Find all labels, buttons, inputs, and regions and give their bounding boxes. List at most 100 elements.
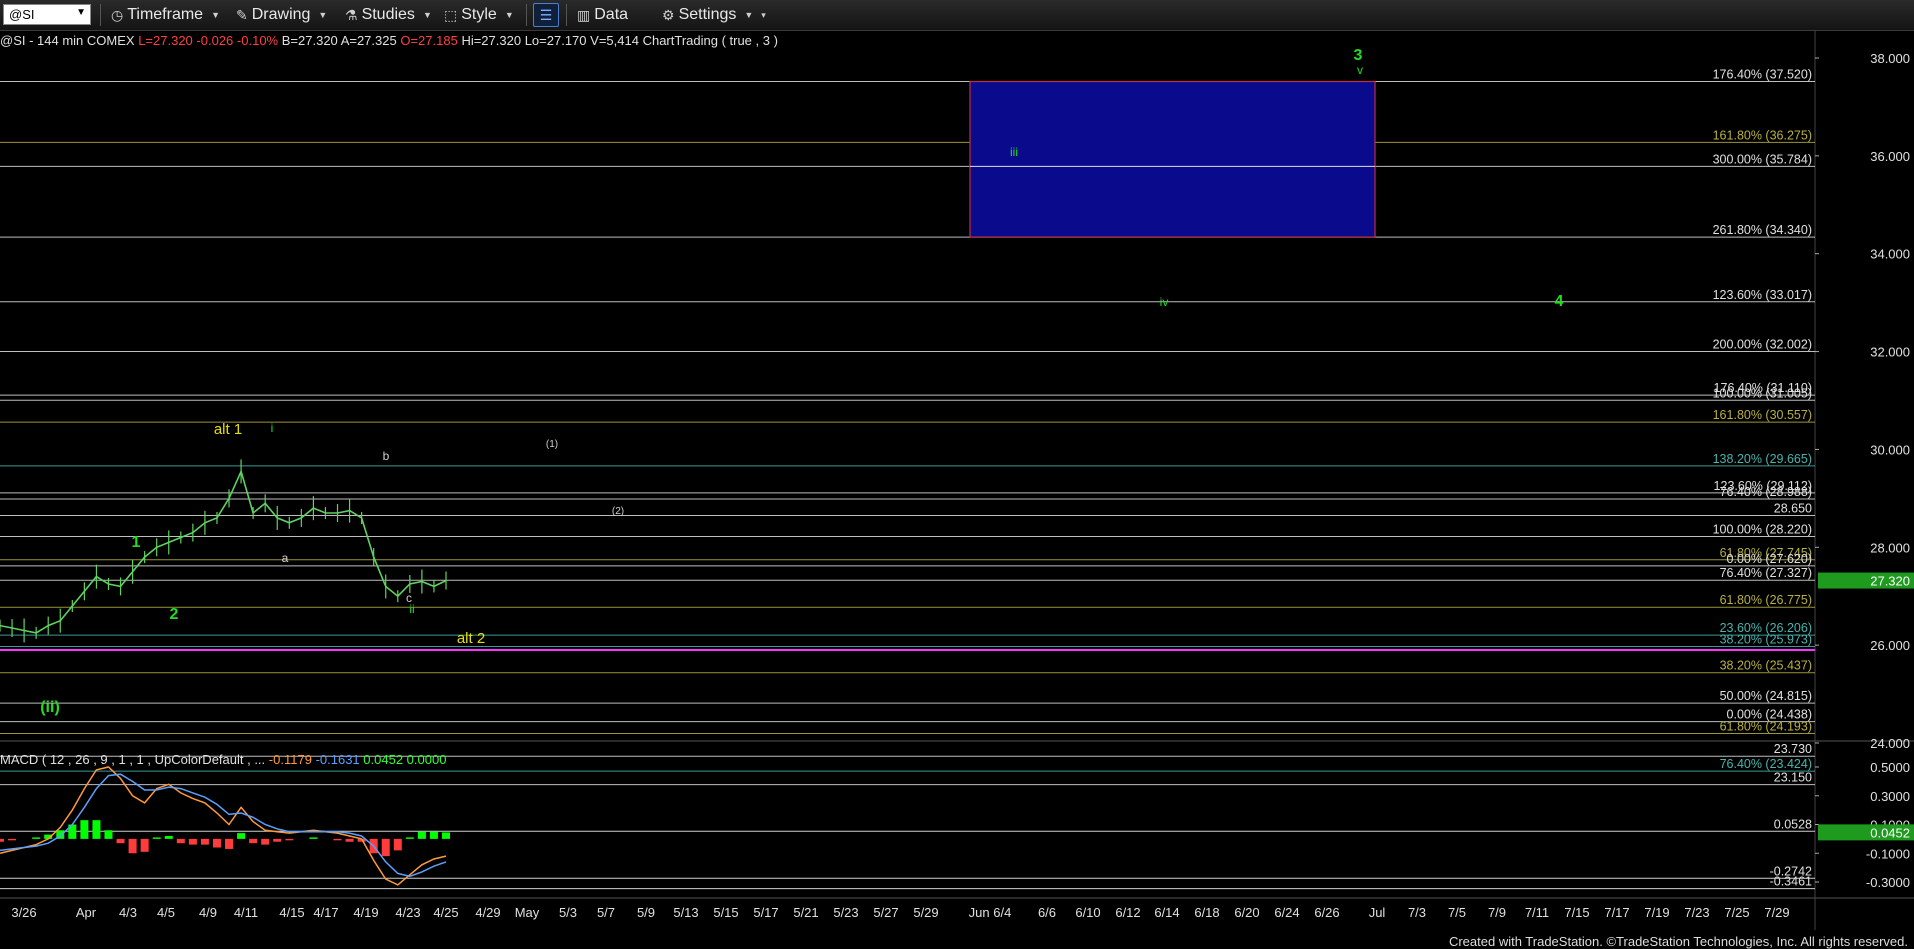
fib-level-label: 38.20% (25.973) [1720, 632, 1812, 646]
macd-histogram-bar [261, 838, 270, 845]
x-axis-label: 4/9 [199, 905, 217, 920]
timeframe-menu[interactable]: ◷ Timeframe ▼ [111, 6, 220, 24]
pencil-icon: ✎ [236, 6, 248, 23]
chevron-down-icon: ▼ [318, 10, 328, 20]
fib-level-label: 200.00% (32.002) [1713, 337, 1812, 351]
macd-histogram-bar [32, 837, 41, 839]
macd-histogram-bar [333, 838, 342, 841]
price-chart[interactable]: 176.40% (37.520) 161.80% (36.275) 300.00% … [0, 30, 1914, 947]
fib-level-label: 23.730 [1774, 742, 1812, 756]
x-axis-label: 6/12 [1115, 905, 1140, 920]
macd-histogram-bar [345, 838, 354, 842]
clock-icon: ◷ [111, 6, 124, 23]
fib-level-label: 300.00% (35.784) [1713, 152, 1812, 166]
volume: V=5,414 [590, 33, 639, 48]
layout-toggle-icon[interactable]: ☰ [533, 3, 559, 27]
x-axis-label: 5/23 [833, 905, 858, 920]
fib-level-label: 61.80% (24.193) [1720, 720, 1812, 734]
x-axis-label: 6/26 [1314, 905, 1339, 920]
x-axis-label: 6/20 [1234, 905, 1259, 920]
x-axis-label: Jul [1369, 905, 1386, 920]
settings-label: Settings [678, 6, 737, 23]
settings-menu[interactable]: ⚙ Settings ▼ ▾ [662, 6, 766, 24]
x-axis-label: 5/27 [873, 905, 898, 920]
high-price: Hi=27.320 [461, 33, 522, 48]
macd-histogram-bar [116, 838, 125, 844]
fib-level-label: 161.80% (36.275) [1713, 128, 1812, 142]
toolbar: @SI ▼ ◷ Timeframe ▼ ✎ Drawing ▼ ⚗ Studie… [0, 0, 1914, 31]
symbol-text: @SI [9, 7, 35, 22]
macd-histogram-bar [188, 838, 197, 845]
x-axis-label: 7/19 [1644, 905, 1669, 920]
style-label: Style [461, 6, 497, 23]
macd-histogram-bar [285, 838, 294, 841]
bid-price: B=27.320 [281, 33, 338, 48]
macd-histogram-bar [309, 837, 318, 839]
x-axis-label: 5/21 [793, 905, 818, 920]
wave-label: (ii) [40, 699, 60, 716]
chevron-down-icon: ▼ [422, 10, 432, 20]
x-axis-label: 5/3 [559, 905, 577, 920]
macd-histogram-bar [249, 838, 258, 844]
macd-histogram-bar [237, 833, 246, 839]
timeframe-label: Timeframe [127, 6, 204, 23]
macd-value: -0.1179 [268, 752, 312, 767]
x-axis-label: 4/25 [433, 905, 458, 920]
macd-axis-label: -0.1000 [1866, 846, 1910, 861]
data-menu[interactable]: ▥ Data [577, 6, 628, 24]
drawing-menu[interactable]: ✎ Drawing ▼ [236, 6, 327, 24]
x-axis-label: Apr [76, 905, 97, 920]
fib-level-label: 0.00% (27.620) [1727, 552, 1812, 566]
target-zone-box [969, 80, 1376, 238]
ask-price: A=27.325 [340, 33, 397, 48]
symbol-description: @SI - 144 min COMEX [0, 33, 135, 48]
x-axis-label: 5/29 [913, 905, 938, 920]
wave-label: a [282, 551, 289, 565]
fib-level-label: 76.40% (27.327) [1720, 566, 1812, 580]
toolbar-separator [526, 4, 527, 26]
wave-label: alt 2 [457, 630, 485, 647]
fib-level-label: 100.00% (31.005) [1713, 386, 1812, 400]
fib-level-label: 261.80% (34.340) [1713, 223, 1812, 237]
x-axis-label: 4/17 [313, 905, 338, 920]
wave-label: 1 [132, 534, 141, 551]
macd-signal-value: -0.1631 [315, 752, 360, 767]
wave-label: i [271, 421, 274, 435]
wave-label: iv [1160, 295, 1169, 309]
x-axis-label: 7/11 [1525, 905, 1549, 920]
flask-icon: ⚗ [345, 6, 358, 23]
fib-level-label: 28.650 [1774, 501, 1812, 515]
macd-diff-value: 0.0452 [363, 752, 404, 767]
price-axis-label: 34.000 [1870, 247, 1910, 262]
x-axis-label: 4/5 [157, 905, 175, 920]
macd-histogram-bar [212, 838, 221, 848]
macd-histogram-bar [200, 838, 209, 845]
x-axis-label: 6/10 [1075, 905, 1100, 920]
overflow-icon[interactable]: ▾ [761, 10, 766, 21]
macd-histogram-bar [442, 832, 450, 839]
chevron-down-icon: ▼ [744, 10, 754, 20]
chevron-down-icon[interactable]: ▼ [76, 7, 86, 18]
wave-label: iii [1010, 145, 1018, 159]
fib-level-label: 23.150 [1774, 771, 1812, 785]
price-axis-label: 38.000 [1870, 51, 1910, 66]
macd-histogram-bar [176, 838, 185, 844]
style-menu[interactable]: ⬚ Style ▼ [444, 6, 514, 24]
price-series-line [0, 469, 447, 634]
status-line: @SI - 144 min COMEX L=27.320 -0.026 -0.1… [0, 33, 778, 48]
macd-histogram-bar [8, 838, 17, 841]
macd-histogram-bar [140, 838, 149, 852]
net-change: -0.026 [196, 33, 234, 48]
price-axis-label: 28.000 [1870, 540, 1910, 555]
wave-label: b [383, 449, 390, 463]
fib-level-label: 161.80% (30.557) [1713, 408, 1812, 422]
macd-histogram-bar [80, 820, 89, 839]
x-axis-label: 7/25 [1724, 905, 1749, 920]
fib-level-label: 50.00% (24.815) [1720, 689, 1812, 703]
fib-level-label: 76.40% (23.424) [1720, 757, 1812, 771]
x-axis-label: 5/15 [713, 905, 738, 920]
symbol-input[interactable]: @SI ▼ [3, 4, 91, 25]
wave-label: (1) [546, 439, 558, 450]
studies-menu[interactable]: ⚗ Studies ▼ [345, 6, 432, 24]
x-axis-label: 6/6 [1038, 905, 1056, 920]
